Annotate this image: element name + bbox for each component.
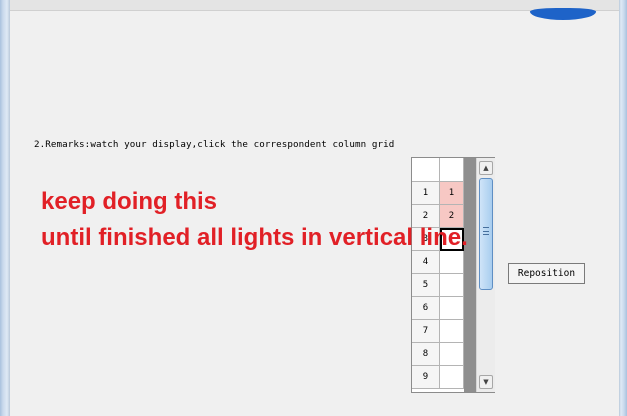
row-index-cell: 7 bbox=[412, 320, 440, 343]
grid-scrollbar[interactable]: ▲ ▼ bbox=[476, 158, 495, 392]
scroll-down-icon[interactable]: ▼ bbox=[479, 375, 493, 389]
grid-header-column bbox=[440, 158, 464, 182]
window-left-border bbox=[0, 0, 10, 416]
row-index-cell: 9 bbox=[412, 366, 440, 389]
app-window: 2.Remarks:watch your display,click the c… bbox=[0, 0, 627, 416]
value-column: 12 bbox=[440, 182, 464, 389]
row-index-cell: 4 bbox=[412, 251, 440, 274]
reposition-button[interactable]: Reposition bbox=[508, 263, 585, 284]
overlay-instruction-line2: until finished all lights in vertical li… bbox=[41, 224, 468, 251]
blue-indicator bbox=[530, 8, 596, 20]
scroll-up-icon[interactable]: ▲ bbox=[479, 161, 493, 175]
grid-cell[interactable]: 1 bbox=[440, 182, 464, 205]
grid-cell[interactable] bbox=[440, 297, 464, 320]
overlay-instruction-line1: keep doing this bbox=[41, 188, 218, 215]
row-index-cell: 1 bbox=[412, 182, 440, 205]
grid-cell[interactable] bbox=[440, 274, 464, 297]
scroll-thumb[interactable] bbox=[479, 178, 493, 290]
row-index-cell: 6 bbox=[412, 297, 440, 320]
row-index-cell: 5 bbox=[412, 274, 440, 297]
row-index-column: 123456789 bbox=[412, 182, 440, 389]
remarks-text: 2.Remarks:watch your display,click the c… bbox=[34, 139, 395, 150]
top-strip bbox=[10, 0, 619, 11]
grid-cell[interactable] bbox=[440, 343, 464, 366]
grid-cell[interactable] bbox=[440, 251, 464, 274]
window-right-border bbox=[619, 0, 627, 416]
grid-header-index bbox=[412, 158, 440, 182]
grip-icon bbox=[483, 227, 489, 235]
grid-cell[interactable] bbox=[440, 320, 464, 343]
row-index-cell: 8 bbox=[412, 343, 440, 366]
grid-cell[interactable] bbox=[440, 366, 464, 389]
